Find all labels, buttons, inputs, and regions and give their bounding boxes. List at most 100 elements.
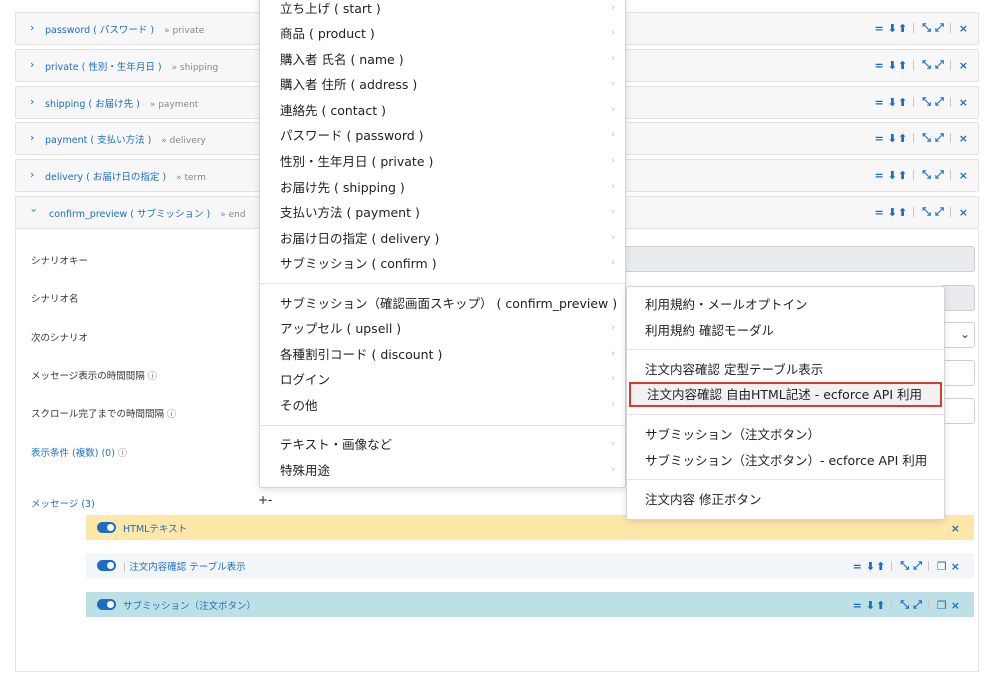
- message-title[interactable]: サブミッション（注文ボタン）: [123, 598, 256, 612]
- message-title[interactable]: HTMLテキスト: [123, 521, 187, 535]
- toggle-switch[interactable]: [97, 522, 116, 533]
- menu-item-contact[interactable]: 連絡先 ( contact ) ›: [260, 98, 625, 123]
- menu-item-text-image[interactable]: テキスト・画像など ›: [260, 432, 625, 457]
- reorder-icon[interactable]: =: [875, 206, 884, 219]
- close-icon[interactable]: ×: [959, 169, 968, 182]
- message-title[interactable]: | 注文内容確認 テーブル表示: [123, 559, 246, 573]
- messages-link[interactable]: メッセージ (3): [31, 496, 95, 510]
- close-icon[interactable]: ×: [959, 96, 968, 109]
- reorder-icon[interactable]: =: [875, 132, 884, 145]
- expand-icon[interactable]: ⤢: [935, 58, 944, 72]
- scenario-title[interactable]: delivery ( お届け日の指定 )» term: [45, 169, 206, 183]
- toggle-switch[interactable]: [97, 560, 116, 571]
- menu-item-payment[interactable]: 支払い方法 ( payment ) ›: [260, 200, 625, 225]
- move-up-icon[interactable]: ⬆: [898, 22, 907, 35]
- submenu-item-order-edit-button[interactable]: 注文内容 修正ボタン: [627, 487, 944, 512]
- collapse-icon[interactable]: ⤡: [922, 205, 931, 219]
- move-up-icon[interactable]: ⬆: [898, 169, 907, 182]
- move-up-icon[interactable]: ⬆: [898, 206, 907, 219]
- move-up-icon[interactable]: ⬆: [898, 59, 907, 72]
- submenu-item-submission[interactable]: サブミッション（注文ボタン）: [627, 422, 944, 447]
- move-down-icon[interactable]: ⬇: [888, 169, 897, 182]
- scenario-title[interactable]: confirm_preview ( サブミッション )» end: [49, 206, 246, 220]
- move-down-icon[interactable]: ⬇: [888, 132, 897, 145]
- menu-item-product[interactable]: 商品 ( product ) ›: [260, 21, 625, 46]
- collapse-icon[interactable]: ⤡: [922, 58, 931, 72]
- chevron-right-icon[interactable]: ›: [30, 95, 34, 108]
- close-icon[interactable]: ×: [959, 132, 968, 145]
- expand-icon[interactable]: ⤢: [935, 95, 944, 109]
- move-down-icon[interactable]: ⬇: [866, 599, 875, 612]
- scenario-title[interactable]: password ( パスワード )» private: [45, 22, 204, 36]
- menu-item-start[interactable]: 立ち上げ ( start ) ›: [260, 0, 625, 21]
- copy-icon[interactable]: ❐: [937, 560, 947, 573]
- menu-item-upsell[interactable]: アップセル ( upsell ) ›: [260, 316, 625, 341]
- menu-item-confirm[interactable]: サブミッション ( confirm ) ›: [260, 251, 625, 276]
- chevron-down-icon[interactable]: ›: [28, 208, 41, 212]
- menu-item-login[interactable]: ログイン ›: [260, 367, 625, 392]
- menu-item-other[interactable]: その他 ›: [260, 393, 625, 418]
- menu-item-password[interactable]: パスワード ( password ) ›: [260, 123, 625, 148]
- menu-item-name[interactable]: 購入者 氏名 ( name ) ›: [260, 47, 625, 72]
- reorder-icon[interactable]: =: [875, 59, 884, 72]
- close-icon[interactable]: ×: [959, 206, 968, 219]
- move-down-icon[interactable]: ⬇: [888, 59, 897, 72]
- chevron-right-icon[interactable]: ›: [30, 131, 34, 144]
- move-down-icon[interactable]: ⬇: [888, 206, 897, 219]
- chevron-right-icon[interactable]: ›: [30, 21, 34, 34]
- menu-item-discount[interactable]: 各種割引コード ( discount ) ›: [260, 342, 625, 367]
- message-interval-input[interactable]: [940, 360, 975, 386]
- next-scenario-select[interactable]: ⌄: [940, 322, 975, 348]
- menu-item-address[interactable]: 購入者 住所 ( address ) ›: [260, 72, 625, 97]
- expand-icon[interactable]: ⤢: [913, 559, 922, 573]
- reorder-icon[interactable]: =: [853, 560, 862, 573]
- collapse-icon[interactable]: ⤡: [922, 131, 931, 145]
- expand-icon[interactable]: ⤢: [935, 21, 944, 35]
- expand-icon[interactable]: ⤢: [935, 131, 944, 145]
- close-icon[interactable]: ×: [959, 22, 968, 35]
- menu-item-special[interactable]: 特殊用途 ›: [260, 458, 625, 483]
- copy-icon[interactable]: ❐: [937, 599, 947, 612]
- submenu-item-order-table[interactable]: 注文内容確認 定型テーブル表示: [627, 357, 944, 382]
- toggle-switch[interactable]: [97, 599, 116, 610]
- expand-icon[interactable]: ⤢: [935, 205, 944, 219]
- move-down-icon[interactable]: ⬇: [888, 96, 897, 109]
- submenu-item-terms-optin[interactable]: 利用規約・メールオプトイン: [627, 292, 944, 317]
- close-icon[interactable]: ×: [951, 522, 960, 535]
- menu-item-delivery[interactable]: お届け日の指定 ( delivery ) ›: [260, 226, 625, 251]
- move-up-icon[interactable]: ⬆: [898, 132, 907, 145]
- move-down-icon[interactable]: ⬇: [866, 560, 875, 573]
- reorder-icon[interactable]: =: [875, 22, 884, 35]
- scroll-interval-input[interactable]: [940, 398, 975, 424]
- scenario-title[interactable]: private ( 性別・生年月日 )» shipping: [45, 59, 218, 73]
- scenario-title[interactable]: shipping ( お届け先 )» payment: [45, 96, 198, 110]
- menu-item-confirm-preview[interactable]: サブミッション（確認画面スキップ） ( confirm_preview ): [260, 291, 625, 316]
- collapse-icon[interactable]: ⤡: [900, 559, 909, 573]
- collapse-icon[interactable]: ⤡: [922, 21, 931, 35]
- collapse-icon[interactable]: ⤡: [922, 168, 931, 182]
- close-icon[interactable]: ×: [959, 59, 968, 72]
- menu-item-private[interactable]: 性別・生年月日 ( private ) ›: [260, 149, 625, 174]
- reorder-icon[interactable]: =: [875, 169, 884, 182]
- collapse-icon[interactable]: ⤡: [900, 598, 909, 612]
- reorder-icon[interactable]: =: [875, 96, 884, 109]
- close-icon[interactable]: ×: [951, 599, 960, 612]
- chevron-right-icon[interactable]: ›: [30, 168, 34, 181]
- submenu-item-terms-modal[interactable]: 利用規約 確認モーダル: [627, 318, 944, 343]
- chevron-right-icon[interactable]: ›: [30, 58, 34, 71]
- message-row-order-table[interactable]: | 注文内容確認 テーブル表示 = ⬇ ⬆ ⤡ ⤢ ❐ ×: [86, 553, 974, 578]
- move-up-icon[interactable]: ⬆: [876, 560, 885, 573]
- scenario-title[interactable]: payment ( 支払い方法 )» delivery: [45, 132, 206, 146]
- expand-icon[interactable]: ⤢: [935, 168, 944, 182]
- add-message-button[interactable]: +-: [258, 493, 272, 507]
- expand-icon[interactable]: ⤢: [913, 598, 922, 612]
- submenu-item-order-html-api[interactable]: 注文内容確認 自由HTML記述 - ecforce API 利用: [629, 382, 942, 407]
- move-up-icon[interactable]: ⬆: [898, 96, 907, 109]
- reorder-icon[interactable]: =: [853, 599, 862, 612]
- move-up-icon[interactable]: ⬆: [876, 599, 885, 612]
- close-icon[interactable]: ×: [951, 560, 960, 573]
- menu-item-shipping[interactable]: お届け先 ( shipping ) ›: [260, 175, 625, 200]
- message-row-submission[interactable]: サブミッション（注文ボタン） = ⬇ ⬆ ⤡ ⤢ ❐ ×: [86, 592, 974, 617]
- submenu-item-submission-api[interactable]: サブミッション（注文ボタン）- ecforce API 利用: [627, 448, 944, 473]
- move-down-icon[interactable]: ⬇: [888, 22, 897, 35]
